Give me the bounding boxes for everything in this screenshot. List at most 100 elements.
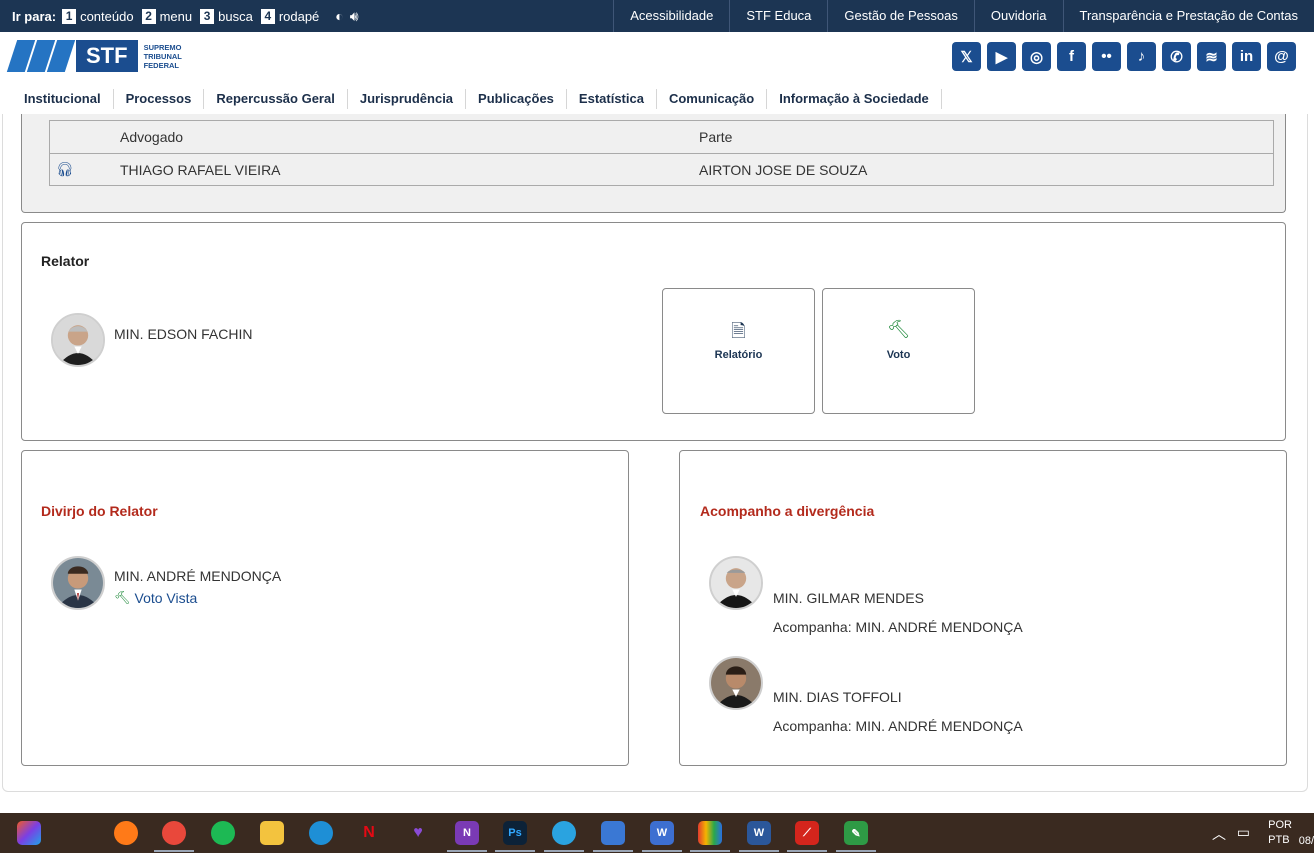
open-indicator	[495, 850, 535, 852]
skip-label: Ir para:	[12, 8, 57, 24]
document-icon: 🗎	[731, 321, 746, 341]
pen-app-icon[interactable]: ✎	[844, 821, 868, 845]
relatorio-button[interactable]: 🗎 Relatório	[662, 288, 815, 414]
acompanho-panel: Acompanho a divergência MIN. GILMAR MEND…	[679, 450, 1287, 766]
nav-institucional[interactable]: Institucional	[0, 89, 114, 109]
link-acessibilidade[interactable]: Acessibilidade	[613, 0, 729, 32]
gavel-icon: 🔨︎	[114, 590, 131, 605]
link-transparencia[interactable]: Transparência e Prestação de Contas	[1062, 0, 1314, 32]
parte-name: AIRTON JOSE DE SOUZA	[699, 161, 868, 178]
heart-app-icon[interactable]: ♥	[406, 821, 430, 845]
header-advogado: Advogado	[120, 129, 184, 145]
divirjo-title: Divirjo do Relator	[41, 503, 158, 519]
open-indicator	[836, 850, 876, 852]
monitor-icon[interactable]: ▭	[1237, 824, 1250, 841]
skip-links: Ir para: 1 conteúdo 2 menu 3 busca 4 rodapé …	[0, 0, 359, 32]
nav-comunicacao[interactable]: Comunicação	[657, 89, 768, 109]
nav-jurisprudencia[interactable]: Jurisprudência	[348, 89, 467, 109]
open-indicator	[447, 850, 487, 852]
gilmar-name: MIN. GILMAR MENDES	[773, 590, 924, 606]
link-stf-educa[interactable]: STF Educa	[729, 0, 827, 32]
voto-vista-link[interactable]: 🔨︎ Voto Vista	[114, 590, 197, 606]
nav-repercussao-geral[interactable]: Repercussão Geral	[204, 89, 348, 109]
flickr-icon[interactable]: ••	[1092, 42, 1121, 71]
stf-logo[interactable]: STF SUPREMO TRIBUNAL FEDERAL	[6, 40, 182, 72]
open-indicator	[690, 850, 730, 852]
logo-text: STF	[76, 40, 138, 72]
headphones-icon[interactable]: 🎧︎	[56, 161, 74, 178]
clock-fragment[interactable]: 08/	[1299, 835, 1314, 847]
relatorio-label: Relatório	[714, 349, 763, 361]
reader-app-icon[interactable]	[601, 821, 625, 845]
avatar	[709, 556, 763, 610]
logo-subtitle: SUPREMO TRIBUNAL FEDERAL	[143, 42, 182, 70]
language-indicator[interactable]: POR PTB	[1268, 818, 1292, 848]
whatsapp-icon[interactable]: ✆	[1162, 42, 1191, 71]
skip-menu[interactable]: 2 menu	[141, 8, 192, 24]
start-icon[interactable]	[17, 821, 41, 845]
skip-footer[interactable]: 4 rodapé	[260, 8, 319, 24]
avatar	[51, 556, 105, 610]
toffoli-name: MIN. DIAS TOFFOLI	[773, 689, 902, 705]
nav-processos[interactable]: Processos	[114, 89, 205, 109]
avatar	[51, 313, 105, 367]
link-ouvidoria[interactable]: Ouvidoria	[973, 0, 1063, 32]
open-indicator	[739, 850, 779, 852]
linkedin-icon[interactable]: in	[1232, 42, 1261, 71]
tiktok-icon[interactable]: ♪	[1127, 42, 1156, 71]
taskbar: N ♥ N Ps W W ⟋ ✎ ︿ ▭ POR PTB 08/	[0, 813, 1314, 853]
accessibility-bar: Ir para: 1 conteúdo 2 menu 3 busca 4 rodapé …	[0, 0, 1314, 32]
contrast-icon[interactable]: ◐	[335, 8, 343, 24]
gilmar-acompanha: Acompanha: MIN. ANDRÉ MENDONÇA	[773, 619, 1023, 635]
divirjo-panel: Divirjo do Relator MIN. ANDRÉ MENDONÇA 🔨…	[21, 450, 629, 766]
skip-search[interactable]: 3 busca	[200, 8, 253, 24]
nav-publicacoes[interactable]: Publicações	[466, 89, 567, 109]
toffoli-acompanha: Acompanha: MIN. ANDRÉ MENDONÇA	[773, 718, 1023, 734]
edge-icon[interactable]	[309, 821, 333, 845]
chrome-icon[interactable]	[162, 821, 186, 845]
advogados-table: Advogado Parte 🎧︎ THIAGO RAFAEL VIEIRA A…	[49, 120, 1274, 186]
w-app-icon[interactable]: W	[650, 821, 674, 845]
audio-icon[interactable]: 🔊︎	[350, 8, 359, 25]
file-explorer-icon[interactable]	[260, 821, 284, 845]
instagram-icon[interactable]: ◎	[1022, 42, 1051, 71]
voto-label: Voto	[886, 349, 911, 361]
table-row: 🎧︎ THIAGO RAFAEL VIEIRA AIRTON JOSE DE S…	[50, 153, 1273, 185]
word-icon[interactable]: W	[747, 821, 771, 845]
header-parte: Parte	[699, 129, 733, 145]
gavel-icon: 🔨︎	[887, 319, 910, 339]
netflix-icon[interactable]: N	[357, 821, 381, 845]
open-indicator	[593, 850, 633, 852]
voto-button[interactable]: 🔨︎ Voto	[822, 288, 975, 414]
grid-app-icon[interactable]	[698, 821, 722, 845]
threads-icon[interactable]: @	[1267, 42, 1296, 71]
relator-panel: Relator MIN. EDSON FACHIN	[21, 222, 1286, 441]
youtube-icon[interactable]: ▶	[987, 42, 1016, 71]
divirjo-name: MIN. ANDRÉ MENDONÇA	[114, 568, 282, 584]
spotify-app-icon[interactable]	[211, 821, 235, 845]
photoshop-icon[interactable]: Ps	[503, 821, 527, 845]
advogado-name: THIAGO RAFAEL VIEIRA	[120, 161, 281, 178]
relator-title: Relator	[41, 253, 90, 269]
firefox-icon[interactable]	[114, 821, 138, 845]
chevron-up-icon[interactable]: ︿	[1212, 824, 1226, 844]
active-indicator	[154, 850, 194, 852]
social-icons: 𝕏 ▶ ◎ f •• ♪ ✆ ≋ in @	[946, 42, 1296, 71]
spotify-icon[interactable]: ≋	[1197, 42, 1226, 71]
skip-content[interactable]: 1 conteúdo	[62, 8, 134, 24]
open-indicator	[787, 850, 827, 852]
acrobat-icon[interactable]: ⟋	[795, 821, 819, 845]
open-indicator	[642, 850, 682, 852]
acompanho-title: Acompanho a divergência	[700, 503, 875, 519]
avatar	[709, 656, 763, 710]
telegram-icon[interactable]	[552, 821, 576, 845]
open-indicator	[544, 850, 584, 852]
x-icon[interactable]: 𝕏	[952, 42, 981, 71]
nav-estatistica[interactable]: Estatística	[567, 89, 657, 109]
system-tray: ︿ ▭ POR PTB 08/	[1194, 813, 1314, 853]
onenote-icon[interactable]: N	[455, 821, 479, 845]
link-gestao-pessoas[interactable]: Gestão de Pessoas	[827, 0, 973, 32]
main-nav: Institucional Processos Repercussão Gera…	[0, 84, 1314, 114]
nav-informacao-sociedade[interactable]: Informação à Sociedade	[767, 89, 942, 109]
facebook-icon[interactable]: f	[1057, 42, 1086, 71]
